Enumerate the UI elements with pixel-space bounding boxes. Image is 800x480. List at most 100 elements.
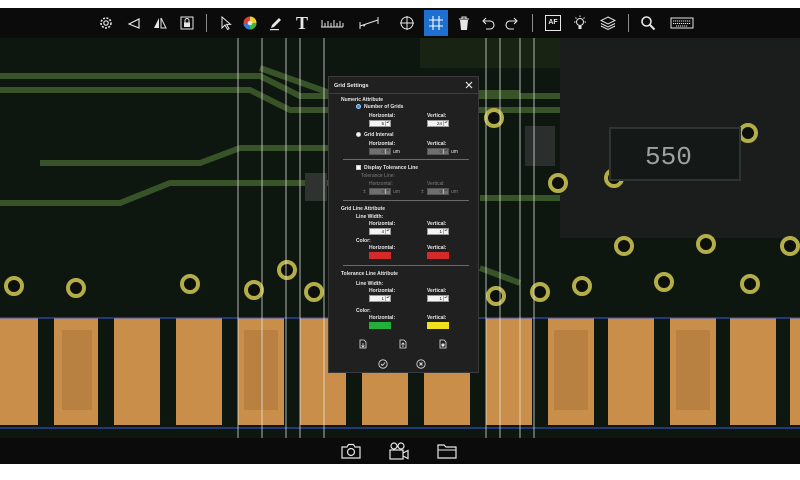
unit-label: um — [451, 149, 458, 155]
grid-interval-label: Grid Interval — [364, 132, 394, 138]
mirror-icon[interactable] — [150, 10, 170, 36]
line-icon[interactable] — [124, 10, 144, 36]
settings-icon[interactable] — [96, 10, 116, 36]
redo-icon[interactable] — [502, 10, 522, 36]
confirm-check-icon[interactable] — [377, 358, 389, 370]
search-icon[interactable] — [638, 10, 658, 36]
lock-icon[interactable] — [176, 10, 198, 36]
divider — [343, 200, 469, 201]
ruler-icon[interactable] — [318, 10, 346, 36]
section-numeric-attribute: Numeric Attribute — [341, 97, 384, 103]
horizontal-label: Horizontal: — [369, 221, 396, 227]
autofocus-icon[interactable]: AF — [542, 10, 564, 36]
tolerance-line-width-vertical-stepper[interactable]: 1 ▴▾ — [427, 295, 449, 302]
number-of-grids-radio[interactable] — [356, 104, 361, 109]
top-toolbar: T AF — [0, 8, 800, 38]
grids-horizontal-stepper[interactable]: 5 ▴▾ — [369, 120, 391, 127]
stepper-arrows-icon[interactable]: ▴▾ — [443, 189, 448, 194]
tolerance-line-width-vertical-value: 1 — [439, 296, 442, 301]
toolbar-separator — [532, 14, 533, 32]
grids-vertical-stepper[interactable]: 24 ▴▾ — [427, 120, 449, 127]
stepper-arrows-icon[interactable]: ▴▾ — [385, 296, 390, 301]
line-width-label: Line Width: — [356, 281, 384, 287]
tolerance-line-width-horizontal-value: 1 — [381, 296, 384, 301]
display-tolerance-checkbox[interactable] — [356, 165, 361, 170]
stepper-arrows-icon[interactable]: ▴▾ — [443, 296, 448, 301]
vertical-label: Vertical: — [427, 315, 447, 321]
stepper-arrows-icon[interactable]: ▴▾ — [385, 189, 390, 194]
cancel-x-icon[interactable] — [415, 358, 427, 370]
tolerance-horizontal-stepper[interactable]: 0 ▴▾ — [369, 188, 391, 195]
section-tolerance-line-attribute: Tolerance Line Attribute — [341, 271, 398, 277]
stepper-arrows-icon[interactable]: ▴▾ — [443, 149, 448, 154]
unit-label: um — [451, 189, 458, 195]
stepper-arrows-icon[interactable]: ▴▾ — [443, 121, 448, 126]
stepper-arrows-icon[interactable]: ▴▾ — [385, 229, 390, 234]
section-grid-line-attribute: Grid Line Attribute — [341, 206, 385, 212]
grid-color-vertical-swatch[interactable] — [427, 252, 449, 259]
line-width-label: Line Width: — [356, 214, 384, 220]
interval-vertical-stepper[interactable]: 0 ▴▾ — [427, 148, 449, 155]
pointer-icon[interactable] — [216, 10, 236, 36]
measure-icon[interactable] — [356, 10, 382, 36]
export-settings-icon[interactable] — [397, 338, 409, 350]
pen-icon[interactable] — [266, 10, 286, 36]
crosshair-icon[interactable] — [396, 10, 418, 36]
display-tolerance-label: Display Tolerance Line — [364, 165, 419, 171]
close-icon[interactable] — [463, 79, 475, 91]
tolerance-line-width-horizontal-stepper[interactable]: 1 ▴▾ — [369, 295, 391, 302]
undo-icon[interactable] — [478, 10, 498, 36]
grids-vertical-value: 24 — [436, 121, 442, 126]
interval-horizontal-stepper[interactable]: 0 ▴▾ — [369, 148, 391, 155]
horizontal-label: Horizontal: — [369, 181, 393, 187]
stepper-arrows-icon[interactable]: ▴▾ — [443, 229, 448, 234]
vertical-label: Vertical: — [427, 221, 447, 227]
unit-label: um — [393, 189, 400, 195]
horizontal-label: Horizontal: — [369, 113, 396, 119]
tolerance-line-label: Tolerance Line: — [361, 173, 395, 179]
grid-interval-radio[interactable] — [356, 132, 361, 137]
color-label: Color: — [356, 238, 371, 244]
layers-icon[interactable] — [598, 10, 618, 36]
grid-color-horizontal-swatch[interactable] — [369, 252, 391, 259]
horizontal-label: Horizontal: — [369, 245, 396, 251]
interval-horizontal-value: 0 — [381, 149, 384, 154]
toolbar-separator — [206, 14, 207, 32]
tolerance-horizontal-value: 0 — [381, 189, 384, 194]
tolerance-vertical-stepper[interactable]: 0 ▴▾ — [427, 188, 449, 195]
unit-label: um — [393, 149, 400, 155]
text-icon[interactable]: T — [292, 10, 312, 36]
light-icon[interactable] — [570, 10, 590, 36]
grid-line-width-horizontal-stepper[interactable]: 4 ▴▾ — [369, 228, 391, 235]
color-label: Color: — [356, 308, 371, 314]
keyboard-icon[interactable] — [668, 10, 696, 36]
vertical-label: Vertical: — [427, 141, 447, 147]
number-of-grids-label: Number of Grids — [364, 104, 404, 110]
color-wheel-icon[interactable] — [240, 10, 260, 36]
tolerance-prefix: ± — [421, 189, 424, 195]
grids-horizontal-value: 5 — [381, 121, 384, 126]
interval-vertical-value: 0 — [439, 149, 442, 154]
horizontal-label: Horizontal: — [369, 315, 396, 321]
tolerance-color-vertical-swatch[interactable] — [427, 322, 449, 329]
tolerance-color-horizontal-swatch[interactable] — [369, 322, 391, 329]
stepper-arrows-icon[interactable]: ▴▾ — [385, 121, 390, 126]
divider — [343, 159, 469, 160]
bottom-toolbar — [0, 438, 800, 464]
toolbar-separator — [628, 14, 629, 32]
folder-icon[interactable] — [434, 440, 460, 462]
dialog-title-bar: Grid Settings — [329, 77, 478, 94]
vertical-label: Vertical: — [427, 245, 447, 251]
grid-icon[interactable] — [424, 10, 448, 36]
grid-line-width-horizontal-value: 4 — [381, 229, 384, 234]
trash-icon[interactable] — [454, 10, 474, 36]
grid-settings-dialog: Grid Settings Numeric Attribute Number o… — [328, 76, 479, 373]
grid-line-width-vertical-value: 1 — [439, 229, 442, 234]
divider — [343, 265, 469, 266]
import-settings-icon[interactable] — [357, 338, 369, 350]
reset-settings-icon[interactable] — [437, 338, 449, 350]
video-camera-icon[interactable] — [386, 440, 412, 462]
grid-line-width-vertical-stepper[interactable]: 1 ▴▾ — [427, 228, 449, 235]
camera-icon[interactable] — [338, 440, 364, 462]
stepper-arrows-icon[interactable]: ▴▾ — [385, 149, 390, 154]
